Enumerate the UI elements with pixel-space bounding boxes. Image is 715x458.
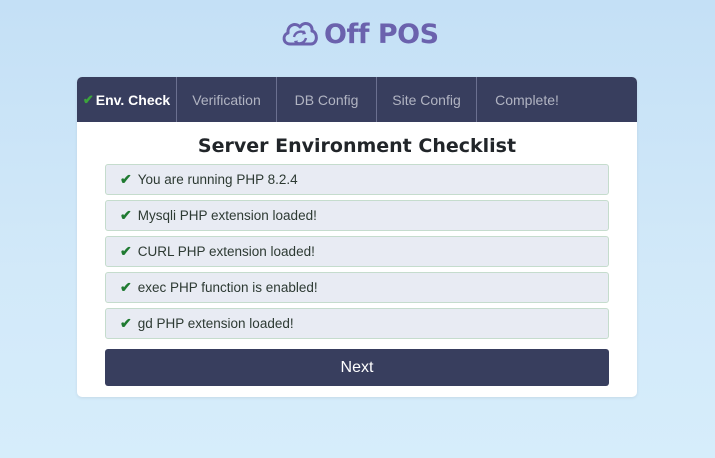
check-text: You are running PHP 8.2.4 xyxy=(137,172,298,187)
tab-env-check[interactable]: ✔ Env. Check xyxy=(77,77,177,122)
page-title: Server Environment Checklist xyxy=(197,135,517,157)
checkmark-icon: ✔ xyxy=(120,207,132,223)
tab-complete[interactable]: Complete! xyxy=(477,77,577,122)
tab-label: Complete! xyxy=(495,91,559,108)
checkmark-icon: ✔ xyxy=(120,315,132,331)
next-button[interactable]: Next xyxy=(105,349,609,386)
checklist: ✔ You are running PHP 8.2.4 ✔ Mysqli PHP… xyxy=(105,164,609,344)
check-text: exec PHP function is enabled! xyxy=(137,280,318,295)
list-item: ✔ CURL PHP extension loaded! xyxy=(105,236,609,267)
check-text: gd PHP extension loaded! xyxy=(137,316,294,331)
logo: Off POS xyxy=(280,14,439,54)
checkmark-icon: ✔ xyxy=(82,91,94,107)
list-item: ✔ exec PHP function is enabled! xyxy=(105,272,609,303)
list-item: ✔ Mysqli PHP extension loaded! xyxy=(105,200,609,231)
cloud-sync-icon xyxy=(282,22,318,46)
list-item: ✔ gd PHP extension loaded! xyxy=(105,308,609,339)
tab-label: Env. Check xyxy=(95,91,171,108)
step-tabs: ✔ Env. Check Verification DB Config Site … xyxy=(77,77,637,122)
check-text: Mysqli PHP extension loaded! xyxy=(137,208,317,223)
list-item: ✔ You are running PHP 8.2.4 xyxy=(105,164,609,195)
logo-text: Off POS xyxy=(324,18,439,50)
tab-label: DB Config xyxy=(294,91,359,108)
tab-verification[interactable]: Verification xyxy=(177,77,277,122)
tab-db-config[interactable]: DB Config xyxy=(277,77,377,122)
installer-card: ✔ Env. Check Verification DB Config Site … xyxy=(77,77,637,397)
tab-site-config[interactable]: Site Config xyxy=(377,77,477,122)
checkmark-icon: ✔ xyxy=(120,279,132,295)
checkmark-icon: ✔ xyxy=(120,243,132,259)
tab-label: Verification xyxy=(192,91,261,108)
check-text: CURL PHP extension loaded! xyxy=(137,244,315,259)
checkmark-icon: ✔ xyxy=(120,171,132,187)
tab-label: Site Config xyxy=(392,91,461,108)
